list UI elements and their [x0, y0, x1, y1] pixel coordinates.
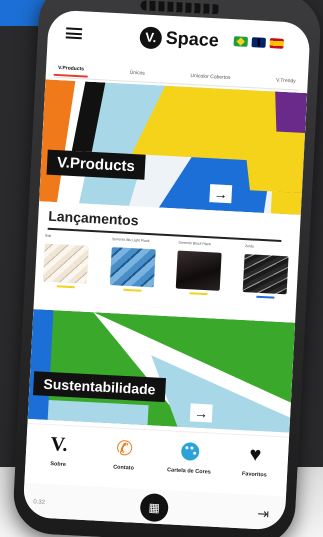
product-indicator: [123, 288, 142, 292]
app-screen: V. Space V.Products Únicos Unicolor Cobe…: [22, 9, 311, 531]
spain-flag-icon[interactable]: [269, 38, 284, 49]
tab-unicos[interactable]: Únicos: [125, 66, 149, 79]
language-selector: [233, 36, 284, 49]
tab-v-trendy[interactable]: V.Trendy: [272, 74, 300, 87]
product-swatch: [242, 254, 289, 295]
nav-label: Contato: [112, 464, 135, 472]
product-swatch: [42, 243, 89, 284]
product-card[interactable]: Zelda: [241, 244, 291, 320]
brand-name: Space: [165, 27, 220, 51]
app-version: 0.32: [33, 499, 46, 506]
product-indicator: [189, 292, 208, 296]
logout-icon[interactable]: ⇥: [257, 505, 270, 523]
arrow-right-icon[interactable]: →: [189, 403, 213, 423]
tab-v-products[interactable]: V.Products: [53, 61, 89, 78]
launches-title: Lançamentos: [47, 207, 139, 229]
nav-contato[interactable]: ✆ Contato: [97, 428, 152, 490]
product-card[interactable]: Bali: [42, 234, 92, 310]
v-logo-icon: V.: [50, 432, 69, 456]
nav-cartela-de-cores[interactable]: Cartela de Cores: [162, 431, 217, 493]
product-card[interactable]: Sorrento Black Plank: [175, 241, 225, 317]
phone-speaker: [140, 0, 221, 15]
v-products-label: V.Products: [46, 149, 146, 180]
product-indicator: [256, 295, 275, 299]
brazil-flag-icon[interactable]: [233, 36, 248, 47]
nav-favoritos[interactable]: ♥ Favoritos: [227, 435, 282, 497]
nav-label: Cartela de Cores: [166, 467, 211, 476]
brand-logo-icon: V.: [139, 26, 163, 50]
uk-flag-icon[interactable]: [251, 37, 266, 48]
phone-icon: ✆: [115, 437, 134, 460]
palette-icon: [163, 439, 216, 464]
product-swatch: [176, 250, 222, 291]
sustainability-banner[interactable]: Sustentabilidade →: [27, 309, 296, 433]
arrow-right-icon[interactable]: →: [209, 184, 233, 204]
nav-label: Favoritos: [241, 471, 267, 479]
hamburger-menu-icon[interactable]: [65, 27, 83, 40]
tab-unicolor-cobertos[interactable]: Unicolor Cobertos: [186, 69, 235, 83]
product-swatch: [109, 247, 156, 288]
nav-label: Sobre: [50, 461, 67, 468]
qr-code-scan-button[interactable]: ▦: [139, 492, 169, 523]
phone-frame: V. Space V.Products Únicos Unicolor Cobe…: [11, 0, 323, 537]
product-indicator: [56, 285, 75, 289]
launches-list: Bali Sorrento Blu Light Plank Sorrento B…: [42, 234, 292, 321]
nav-sobre[interactable]: V. Sobre: [31, 424, 86, 486]
sustainability-graphic: [27, 309, 296, 433]
v-products-banner[interactable]: V.Products →: [39, 79, 308, 215]
heart-icon: ♥: [248, 443, 262, 466]
product-card[interactable]: Sorrento Blu Light Plank: [108, 237, 158, 313]
app-header: V. Space: [47, 9, 311, 67]
banner-graphic: [39, 79, 308, 215]
